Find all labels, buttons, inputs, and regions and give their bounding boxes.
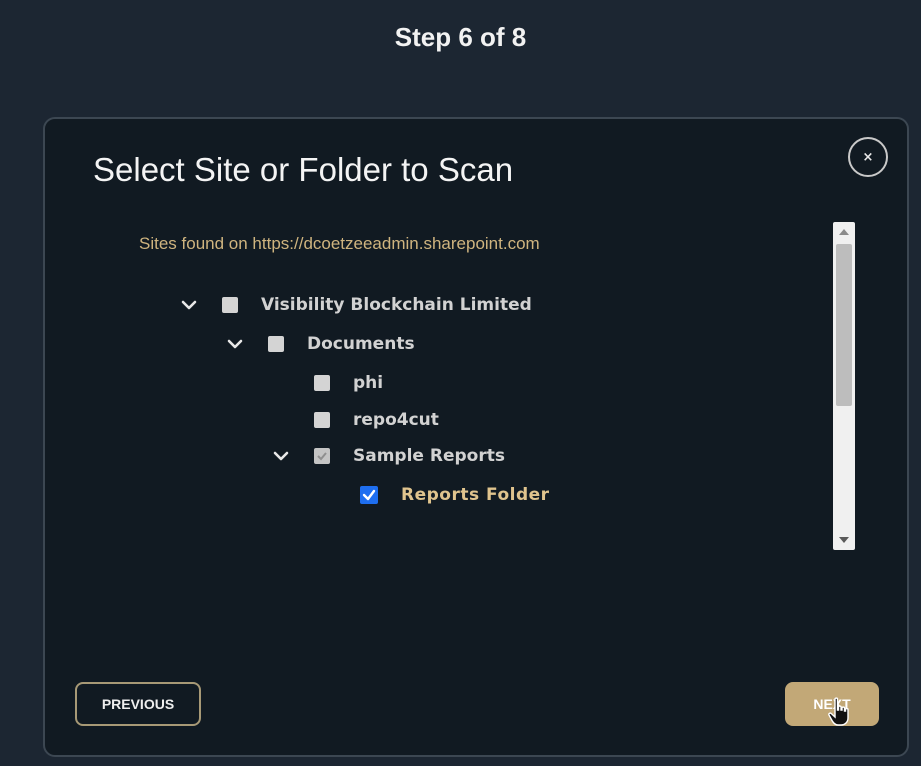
scroll-down-arrow-icon[interactable] [833, 532, 855, 548]
step-indicator: Step 6 of 8 [394, 22, 527, 52]
modal-title: Select Site or Folder to Scan [93, 151, 514, 188]
tree-item-visibility-blockchain-limited[interactable]: Visibility Blockchain Limited [180, 293, 532, 317]
hand-pointer-icon [827, 697, 853, 732]
scrollbar-thumb[interactable] [836, 244, 852, 406]
tree-item-sample-reports[interactable]: Sample Reports [272, 444, 505, 468]
chevron-down-icon[interactable] [180, 296, 198, 314]
previous-button[interactable]: PREVIOUS [75, 682, 201, 726]
checkbox-partial[interactable] [314, 448, 330, 464]
close-icon: × [862, 149, 874, 165]
tree-item-phi[interactable]: phi [272, 371, 383, 395]
tree-item-label: repo4cut [353, 410, 439, 430]
tree-item-repo4cut[interactable]: repo4cut [272, 408, 439, 432]
checkbox[interactable] [314, 375, 330, 391]
tree-item-label: Reports Folder [401, 485, 550, 505]
tree-item-documents[interactable]: Documents [226, 332, 415, 356]
chevron-down-icon[interactable] [226, 335, 244, 353]
checkbox[interactable] [314, 412, 330, 428]
tree-item-label: Sample Reports [353, 446, 505, 466]
tree-item-label: Documents [307, 334, 415, 354]
checkbox[interactable] [222, 297, 238, 313]
scroll-up-arrow-icon[interactable] [833, 224, 855, 240]
checkbox-checked[interactable] [360, 486, 378, 504]
chevron-down-icon[interactable] [272, 447, 290, 465]
tree-item-label: Visibility Blockchain Limited [261, 295, 532, 315]
close-button[interactable]: × [848, 137, 888, 177]
tree-item-label: phi [353, 373, 384, 393]
select-site-modal: Select Site or Folder to Scan × Sites fo… [43, 117, 909, 757]
tree-item-reports-folder[interactable]: Reports Folder [318, 483, 550, 507]
wizard-screen: Step 6 of 8 Select Site or Folder to Sca… [0, 0, 921, 766]
scrollbar[interactable] [833, 222, 855, 550]
sites-found-text: Sites found on https://dcoetzeeadmin.sha… [139, 234, 540, 253]
checkbox[interactable] [268, 336, 284, 352]
